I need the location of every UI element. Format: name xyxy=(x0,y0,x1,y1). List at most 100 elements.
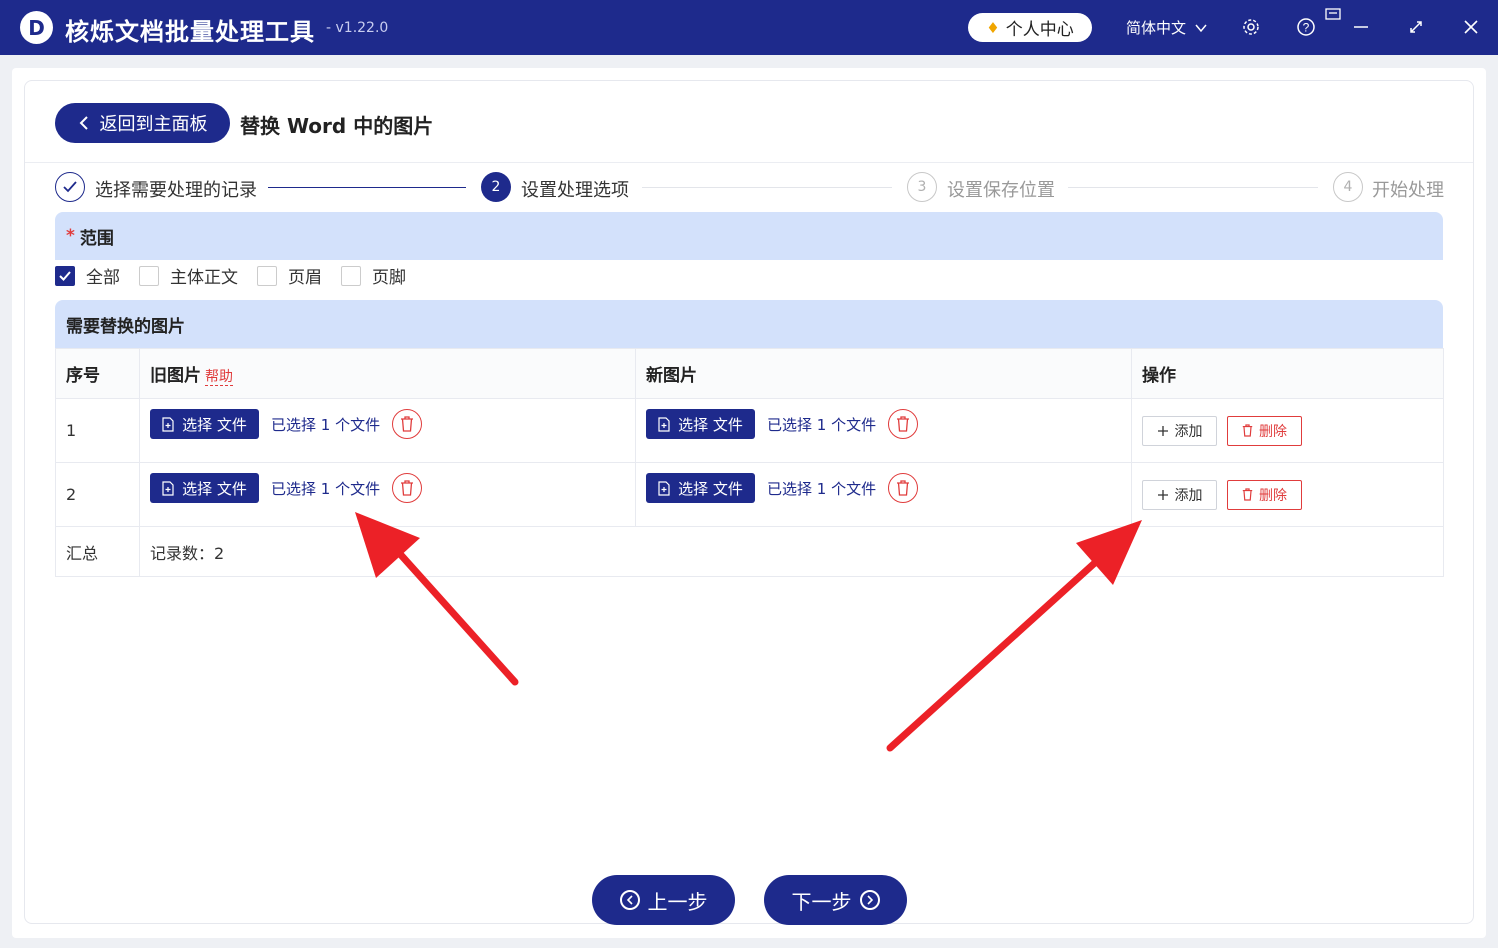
checkbox[interactable] xyxy=(257,265,277,286)
file-add-icon xyxy=(658,416,670,432)
scope-section-header: * 范围 xyxy=(55,212,1443,260)
app-logo-icon: D xyxy=(20,11,53,44)
step-connector xyxy=(1068,187,1318,188)
actions-cell: 添加 删除 xyxy=(1131,462,1444,527)
language-select[interactable]: 简体中文 xyxy=(1126,17,1208,38)
select-old-file-button[interactable]: 选择 文件 xyxy=(150,473,259,503)
delete-row-button[interactable]: 删除 xyxy=(1227,415,1302,446)
step-3-label: 设置保存位置 xyxy=(947,180,1055,201)
add-row-button[interactable]: 添加 xyxy=(1142,479,1217,510)
step-1-circle xyxy=(55,172,85,202)
col-header-new: 新图片 xyxy=(635,348,1132,399)
delete-row-button[interactable]: 删除 xyxy=(1227,479,1302,510)
step-connector xyxy=(642,187,892,188)
app-title: 核烁文档批量处理工具 xyxy=(65,18,315,46)
diamond-icon: ♦ xyxy=(986,18,1000,37)
language-label: 简体中文 xyxy=(1126,19,1187,37)
page-title: 替换 Word 中的图片 xyxy=(240,114,434,138)
select-old-file-button[interactable]: 选择 文件 xyxy=(150,409,259,439)
row-index: 2 xyxy=(55,462,140,527)
svg-text:?: ? xyxy=(1303,21,1310,35)
maximize-icon[interactable] xyxy=(1404,15,1428,39)
table-row: 2 选择 文件 已选择 1 个文件 选择 文件 已选择 1 个文件 添加 删除 xyxy=(55,462,1444,527)
images-table: 序号 旧图片 帮助 新图片 操作 1 选择 文件 已选择 1 个文件 选择 文件… xyxy=(55,348,1444,577)
checkbox-checked-icon[interactable] xyxy=(55,265,75,286)
step-2-circle: 2 xyxy=(481,172,511,202)
trash-icon[interactable] xyxy=(888,473,919,503)
actions-cell: 添加 删除 xyxy=(1131,398,1444,463)
select-new-file-button[interactable]: 选择 文件 xyxy=(646,473,755,503)
table-row: 1 选择 文件 已选择 1 个文件 选择 文件 已选择 1 个文件 添加 删除 xyxy=(55,398,1444,463)
user-center-button[interactable]: ♦ 个人中心 xyxy=(968,13,1092,42)
step-1-label: 选择需要处理的记录 xyxy=(95,180,257,201)
feedback-icon[interactable] xyxy=(1322,3,1346,27)
arrow-left-circle-icon xyxy=(619,890,640,910)
select-file-label: 选择 文件 xyxy=(182,415,247,434)
col-header-old: 旧图片 帮助 xyxy=(139,348,636,399)
old-file-status: 已选择 1 个文件 xyxy=(271,479,381,498)
required-mark: * xyxy=(66,226,75,246)
close-icon[interactable] xyxy=(1459,15,1483,39)
minimize-icon[interactable] xyxy=(1349,15,1373,39)
add-row-button[interactable]: 添加 xyxy=(1142,415,1217,446)
trash-icon[interactable] xyxy=(392,473,423,503)
app-version: - v1.22.0 xyxy=(326,20,389,36)
new-file-status: 已选择 1 个文件 xyxy=(767,415,877,434)
divider xyxy=(25,162,1473,163)
images-section-header: 需要替换的图片 xyxy=(55,300,1443,348)
summary-row: 汇总 记录数：2 xyxy=(55,526,1444,577)
col-header-old-label: 旧图片 xyxy=(150,366,201,386)
title-bar: D 核烁文档批量处理工具 - v1.22.0 ♦ 个人中心 简体中文 ? xyxy=(0,0,1498,55)
select-file-label: 选择 文件 xyxy=(678,479,743,498)
file-add-icon xyxy=(162,480,174,496)
col-header-actions: 操作 xyxy=(1131,348,1444,399)
back-label: 返回到主面板 xyxy=(99,114,208,135)
scope-options: 全部 主体正文 页眉 页脚 xyxy=(55,263,425,288)
old-file-status: 已选择 1 个文件 xyxy=(271,415,381,434)
plus-icon xyxy=(1157,489,1168,500)
step-3-circle: 3 xyxy=(907,172,937,202)
next-step-label: 下一步 xyxy=(791,889,852,914)
step-2-label: 设置处理选项 xyxy=(521,180,629,201)
back-to-main-button[interactable]: 返回到主面板 xyxy=(55,103,230,143)
col-header-index: 序号 xyxy=(55,348,140,399)
scope-option-footer[interactable]: 页脚 xyxy=(341,263,406,288)
settings-gear-icon[interactable] xyxy=(1239,15,1263,39)
row-index: 1 xyxy=(55,398,140,463)
check-icon xyxy=(63,181,77,193)
help-icon[interactable]: ? xyxy=(1294,15,1318,39)
file-add-icon xyxy=(162,416,174,432)
trash-icon[interactable] xyxy=(392,409,423,439)
new-image-cell: 选择 文件 已选择 1 个文件 xyxy=(635,462,1132,527)
select-new-file-button[interactable]: 选择 文件 xyxy=(646,409,755,439)
checkbox[interactable] xyxy=(341,265,361,286)
scope-option-body[interactable]: 主体正文 xyxy=(139,263,238,288)
select-file-label: 选择 文件 xyxy=(678,415,743,434)
step-4-circle: 4 xyxy=(1333,172,1363,202)
images-section-title: 需要替换的图片 xyxy=(66,316,185,337)
prev-step-button[interactable]: 上一步 xyxy=(592,875,735,925)
trash-icon[interactable] xyxy=(888,409,919,439)
summary-value: 记录数：2 xyxy=(139,526,1444,577)
plus-icon xyxy=(1157,425,1168,436)
checkbox[interactable] xyxy=(139,265,159,286)
scope-option-all[interactable]: 全部 xyxy=(55,263,120,288)
step-connector xyxy=(268,187,466,188)
user-center-label: 个人中心 xyxy=(1005,20,1074,40)
trash-icon xyxy=(1242,424,1253,437)
next-step-button[interactable]: 下一步 xyxy=(764,875,907,925)
help-link[interactable]: 帮助 xyxy=(205,369,233,386)
scope-option-header[interactable]: 页眉 xyxy=(257,263,322,288)
add-label: 添加 xyxy=(1174,487,1203,504)
old-image-cell: 选择 文件 已选择 1 个文件 xyxy=(139,462,636,527)
old-image-cell: 选择 文件 已选择 1 个文件 xyxy=(139,398,636,463)
scope-title: 范围 xyxy=(79,228,114,249)
chevron-down-icon xyxy=(1195,24,1207,32)
arrow-right-circle-icon xyxy=(859,890,880,910)
chevron-left-icon xyxy=(79,116,88,130)
new-image-cell: 选择 文件 已选择 1 个文件 xyxy=(635,398,1132,463)
summary-label: 汇总 xyxy=(55,526,140,577)
scope-option-label: 页眉 xyxy=(288,268,322,288)
new-file-status: 已选择 1 个文件 xyxy=(767,479,877,498)
scope-option-label: 全部 xyxy=(86,268,120,288)
